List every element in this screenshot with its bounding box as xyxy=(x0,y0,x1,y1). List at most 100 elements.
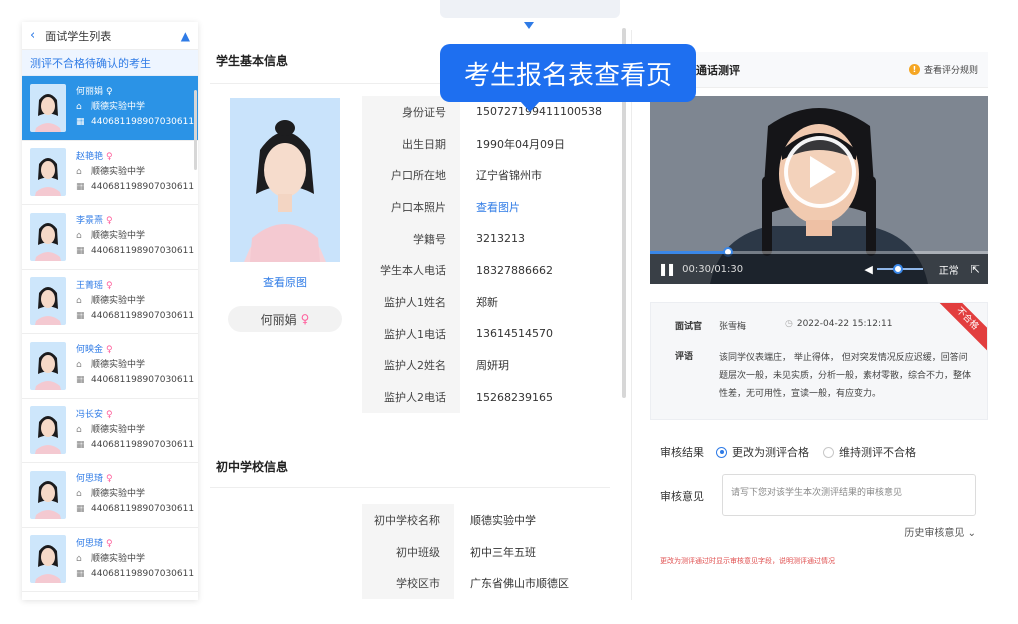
id-card-icon: ▦ xyxy=(76,375,85,386)
student-thumbnail xyxy=(30,470,66,519)
chevron-down-icon: ⌄ xyxy=(967,528,976,539)
female-icon: ♀ xyxy=(106,409,113,420)
field-value: 广东省佛山市顺德区 xyxy=(470,577,569,591)
id-card-icon: ▦ xyxy=(76,117,85,128)
list-scrollbar[interactable] xyxy=(194,90,197,170)
school-icon: ⌂ xyxy=(76,553,82,564)
pin-icon[interactable]: ▲ xyxy=(181,29,190,43)
student-list-panel: ‹ 面试学生列表 ▲ 测评不合格待确认的考生 何丽娟 ♀ ⌂ 顺德实验中学 ▦ 44068… xyxy=(22,22,198,600)
audit-tip: 更改为测评通过时显示审核意见字段，说明测评通过情况 xyxy=(660,557,835,565)
student-id-number: 440681198907030611 xyxy=(91,246,195,257)
student-list-item[interactable]: 何丽娟 ♀ ⌂ 顺德实验中学 ▦ 440681198907030611 xyxy=(22,76,198,141)
scoring-rules-link[interactable]: ! 查看评分规则 xyxy=(908,63,978,76)
student-thumbnail xyxy=(30,341,66,390)
field-value: 3213213 xyxy=(476,232,525,246)
student-list-item[interactable]: 何思琦 ♀ ⌂ 顺德实验中学 ▦ 440681198907030611 xyxy=(22,528,198,592)
school-info-fields: 初中学校名称 顺德实验中学 初中班级 初中三年五班 学校区市 广东省佛山市顺德区 xyxy=(362,504,612,600)
field-label: 出生日期 xyxy=(362,127,460,160)
student-info: 何丽娟 ♀ ⌂ 顺德实验中学 ▦ 440681198907030611 xyxy=(76,85,194,130)
radio-keep-fail[interactable]: 维持测评不合格 xyxy=(823,444,916,460)
student-school: 顺德实验中学 xyxy=(91,553,146,564)
student-info: 何映金 ♀ ⌂ 顺德实验中学 ▦ 440681198907030611 xyxy=(76,343,194,388)
student-info: 王菁瑶 ♀ ⌂ 顺德实验中学 ▦ 440681198907030611 xyxy=(76,279,194,324)
id-card-icon: ▦ xyxy=(76,246,85,257)
info-field-row: 户口所在地 辽宁省锦州市 xyxy=(362,159,612,192)
school-icon: ⌂ xyxy=(76,231,82,242)
student-name: 何思琦 xyxy=(76,474,104,485)
student-list-item[interactable]: 冯长安 ♀ ⌂ 顺德实验中学 ▦ 440681198907030611 xyxy=(22,399,198,463)
student-school: 顺德实验中学 xyxy=(91,102,146,113)
student-info: 李景熹 ♀ ⌂ 顺德实验中学 ▦ 440681198907030611 xyxy=(76,214,194,259)
video-controls: ❚❚ 00:30/01:30 ◀ 正常 ⇱ xyxy=(650,254,988,284)
school-icon: ⌂ xyxy=(76,424,82,435)
caret-down-icon xyxy=(524,22,534,29)
info-icon: ! xyxy=(908,64,920,75)
field-value: 初中三年五班 xyxy=(470,545,536,559)
video-player[interactable]: ❚❚ 00:30/01:30 ◀ 正常 ⇱ xyxy=(650,96,988,284)
audit-opinion-label: 审核意见 xyxy=(660,490,704,503)
student-name: 何映金 xyxy=(76,345,104,356)
field-label: 学生本人电话 xyxy=(362,254,460,287)
id-card-icon: ▦ xyxy=(76,504,85,515)
fullscreen-icon[interactable]: ⇱ xyxy=(971,263,980,276)
info-field-row: 学籍号 3213213 xyxy=(362,222,612,255)
student-list-item[interactable]: 王菁瑶 ♀ ⌂ 顺德实验中学 ▦ 440681198907030611 xyxy=(22,270,198,334)
play-button[interactable] xyxy=(784,136,856,208)
field-label: 户口所在地 xyxy=(362,159,460,192)
female-icon: ♀ xyxy=(106,151,113,162)
field-value[interactable]: 查看图片 xyxy=(460,199,520,215)
pause-icon[interactable]: ❚❚ xyxy=(658,262,676,276)
student-list-item[interactable]: 赵艳艳 ♀ ⌂ 顺德实验中学 ▦ 440681198907030611 xyxy=(22,141,198,205)
review-comment: 该同学仪表端庄， 举止得体， 但对突发情况反应迟缓，回答问题层次一般，未见实质，… xyxy=(719,353,972,399)
student-info: 冯长安 ♀ ⌂ 顺德实验中学 ▦ 440681198907030611 xyxy=(76,408,194,453)
field-label: 监护人2电话 xyxy=(362,381,460,413)
playback-speed[interactable]: 正常 xyxy=(939,262,959,277)
school-info-section: 初中学校信息 初中学校名称 顺德实验中学 初中班级 初中三年五班 学校区市 广东省佛山市顺… xyxy=(210,446,612,600)
scoring-rules-label: 查看评分规则 xyxy=(923,66,978,76)
clock-icon: ◷ xyxy=(785,319,793,329)
student-name: 何思琦 xyxy=(76,538,104,549)
radio-change-to-pass[interactable]: 更改为测评合格 xyxy=(716,444,809,460)
field-value: 周妍玥 xyxy=(476,359,509,373)
video-time: 00:30/01:30 xyxy=(682,263,744,275)
field-label: 监护人1姓名 xyxy=(362,286,460,318)
panel-divider xyxy=(631,30,632,600)
student-id-number: 440681198907030611 xyxy=(91,504,195,515)
top-handle xyxy=(440,0,620,29)
student-info: 赵艳艳 ♀ ⌂ 顺德实验中学 ▦ 440681198907030611 xyxy=(76,150,194,195)
audit-opinion-input[interactable]: 请写下您对该学生本次测评结果的审核意见 xyxy=(722,474,976,516)
history-opinions-toggle[interactable]: 历史审核意见 ⌄ xyxy=(904,524,976,539)
info-field-row: 户口本照片 查看图片 xyxy=(362,191,612,223)
info-field-row: 监护人1电话 13614514570 xyxy=(362,317,612,350)
video-total-time: 01:30 xyxy=(714,263,744,275)
audit-result-label: 审核结果 xyxy=(660,446,704,459)
list-header: ‹ 面试学生列表 ▲ xyxy=(22,22,198,50)
volume-icon[interactable]: ◀ xyxy=(864,263,872,276)
volume-slider[interactable] xyxy=(876,264,923,274)
student-list-item[interactable]: 李景熹 ♀ ⌂ 顺德实验中学 ▦ 440681198907030611 xyxy=(22,205,198,270)
list-title: 面试学生列表 xyxy=(45,29,112,43)
student-school: 顺德实验中学 xyxy=(91,295,146,306)
field-value: 18327886662 xyxy=(476,263,553,277)
student-id-number: 440681198907030611 xyxy=(91,375,195,386)
female-icon: ♀ xyxy=(106,280,113,291)
student-list-item[interactable]: 何思琦 ♀ ⌂ 顺德实验中学 ▦ 440681198907030611 xyxy=(22,463,198,528)
list-subheader[interactable]: 测评不合格待确认的考生 xyxy=(22,50,198,76)
student-thumbnail xyxy=(30,535,66,584)
id-card-icon: ▦ xyxy=(76,439,85,450)
field-label: 户口本照片 xyxy=(362,191,460,223)
school-icon: ⌂ xyxy=(76,102,82,113)
back-arrow-icon[interactable]: ‹ xyxy=(30,28,35,43)
student-name-pill: 何丽娟 ♀ xyxy=(228,306,342,332)
student-school: 顺德实验中学 xyxy=(91,424,146,435)
history-label: 历史审核意见 xyxy=(904,528,965,539)
info-field-row: 监护人1姓名 郑新 xyxy=(362,286,612,318)
student-list-item[interactable]: 何映金 ♀ ⌂ 顺德实验中学 ▦ 440681198907030611 xyxy=(22,334,198,399)
school-field-row: 初中班级 初中三年五班 xyxy=(362,535,612,568)
student-id-number: 440681198907030611 xyxy=(91,117,195,128)
view-original-link[interactable]: 查看原图 xyxy=(230,274,340,290)
review-meta: 面试官 张雪梅 ◷ 2022-04-22 15:12:11 xyxy=(675,319,892,332)
test-header: 通话测评 ! 查看评分规则 xyxy=(650,52,988,88)
female-icon: ♀ xyxy=(106,216,113,227)
info-field-row: 监护人2电话 15268239165 xyxy=(362,381,612,413)
